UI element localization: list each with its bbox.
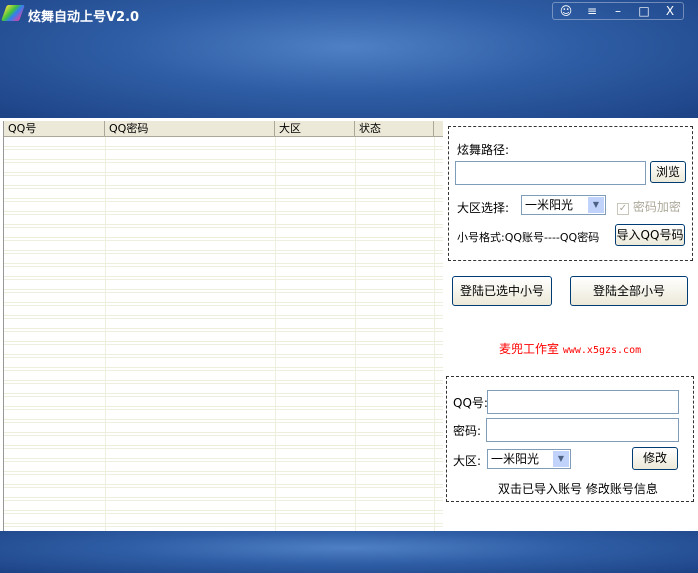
studio-url[interactable]: www.x5gzs.com <box>563 345 641 356</box>
path-label: 炫舞路径: <box>457 143 510 157</box>
region-label: 大区选择: <box>457 201 510 215</box>
modify-button[interactable]: 修改 <box>632 447 678 470</box>
table-body <box>4 137 443 531</box>
header-banner: 炫舞自动上号V2.0 ☺ ≡ – □ X <box>0 0 698 118</box>
import-button[interactable]: 导入QQ号码 <box>615 224 685 246</box>
col-status[interactable]: 状态 <box>355 121 434 136</box>
close-button[interactable]: X <box>657 3 683 19</box>
main-panel: QQ号 QQ密码 大区 状态 炫舞路径: 浏览 大区选择: 一米阳光 ▼ ✓ 密码… <box>0 118 698 531</box>
login-all-button[interactable]: 登陆全部小号 <box>570 276 688 306</box>
checkbox-icon: ✓ <box>617 203 629 215</box>
credit: 麦兜工作室 www.x5gzs.com <box>499 340 641 357</box>
edit-hint: 双击已导入账号 修改账号信息 <box>498 482 658 496</box>
col-qq[interactable]: QQ号 <box>4 121 105 136</box>
format-label: 小号格式:QQ账号----QQ密码 <box>457 231 600 244</box>
browse-button[interactable]: 浏览 <box>650 161 686 183</box>
encrypt-label: 密码加密 <box>632 200 681 214</box>
region-value: 一米阳光 <box>525 198 574 212</box>
skin-icon[interactable]: ☺ <box>553 3 579 19</box>
edit-region-label: 大区: <box>453 454 482 468</box>
account-table[interactable]: QQ号 QQ密码 大区 状态 <box>3 121 443 531</box>
footer-banner <box>0 531 698 573</box>
menu-icon[interactable]: ≡ <box>579 3 605 19</box>
password-label: 密码: <box>453 424 482 438</box>
col-password[interactable]: QQ密码 <box>105 121 275 136</box>
app-logo-icon <box>1 5 25 21</box>
window-title: 炫舞自动上号V2.0 <box>28 10 140 25</box>
chevron-down-icon: ▼ <box>588 197 604 213</box>
encrypt-checkbox[interactable]: ✓ 密码加密 <box>617 198 681 215</box>
edit-group: QQ号: 密码: 大区: 一米阳光 ▼ 修改 双击已导入账号 修改账号信息 <box>446 376 694 502</box>
col-divider <box>355 137 356 531</box>
col-divider <box>105 137 106 531</box>
login-selected-button[interactable]: 登陆已选中小号 <box>452 276 552 306</box>
edit-region-value: 一米阳光 <box>491 452 540 466</box>
col-divider <box>275 137 276 531</box>
minimize-button[interactable]: – <box>605 3 631 19</box>
col-region[interactable]: 大区 <box>275 121 355 136</box>
studio-name: 麦兜工作室 <box>499 342 560 356</box>
qq-label: QQ号: <box>453 396 488 410</box>
edit-region-select[interactable]: 一米阳光 ▼ <box>487 449 571 469</box>
settings-group: 炫舞路径: 浏览 大区选择: 一米阳光 ▼ ✓ 密码加密 小号格式:QQ账号---… <box>448 126 693 261</box>
chevron-down-icon: ▼ <box>553 451 569 467</box>
table-header: QQ号 QQ密码 大区 状态 <box>4 121 443 137</box>
col-divider <box>434 137 435 531</box>
window-controls: ☺ ≡ – □ X <box>552 2 684 20</box>
region-select[interactable]: 一米阳光 ▼ <box>521 195 606 215</box>
maximize-button[interactable]: □ <box>631 3 657 19</box>
qq-input[interactable] <box>487 390 679 414</box>
path-input[interactable] <box>455 161 646 185</box>
password-input[interactable] <box>486 418 679 442</box>
